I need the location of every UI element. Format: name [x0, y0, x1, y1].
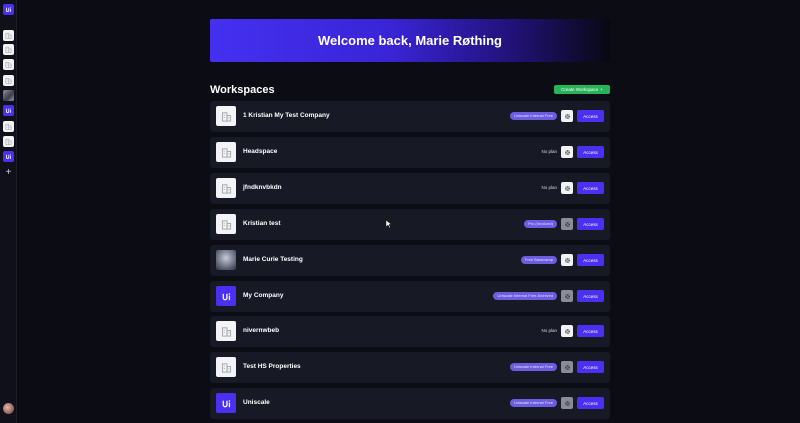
- building-icon: [216, 357, 236, 377]
- create-workspace-label: Create Workspace: [561, 87, 599, 92]
- settings-gear-button[interactable]: [561, 182, 573, 194]
- uniscale-logo-icon: [216, 286, 236, 306]
- workspace-name: Headspace: [243, 148, 278, 155]
- settings-gear-button[interactable]: [561, 361, 573, 373]
- building-icon: [216, 142, 236, 162]
- access-button[interactable]: Access: [577, 397, 604, 409]
- sidebar-item-building-icon[interactable]: [3, 121, 14, 132]
- sidebar-item-uniscale-logo-icon[interactable]: [3, 4, 14, 15]
- create-workspace-button[interactable]: Create Workspace +: [554, 85, 610, 94]
- sidebar-item-building-icon[interactable]: [3, 136, 14, 147]
- workspace-name: nivernwbeb: [243, 327, 280, 334]
- access-button[interactable]: Access: [577, 325, 604, 337]
- sidebar-item-uniscale-logo-icon[interactable]: [3, 105, 14, 116]
- access-button[interactable]: Access: [577, 254, 604, 266]
- access-button[interactable]: Access: [577, 361, 604, 373]
- mouse-cursor-icon: [386, 220, 392, 228]
- add-workspace-icon[interactable]: +: [3, 167, 14, 178]
- welcome-title: Welcome back, Marie Røthing: [318, 33, 502, 48]
- access-button[interactable]: Access: [577, 110, 604, 122]
- settings-gear-button[interactable]: [561, 325, 573, 337]
- access-button[interactable]: Access: [577, 146, 604, 158]
- access-button[interactable]: Access: [577, 218, 604, 230]
- workspace-row: nivernwbeb No plan Access: [210, 316, 610, 347]
- workspaces-heading: Workspaces: [210, 84, 275, 96]
- plan-badge: Pro (Invoiced): [524, 220, 557, 228]
- plan-badge: Uniscale Internal Free: [509, 363, 557, 371]
- user-avatar[interactable]: [3, 403, 14, 414]
- sidebar-item-building-icon[interactable]: [3, 59, 14, 70]
- settings-gear-button[interactable]: [561, 290, 573, 302]
- sidebar-item-building-icon[interactable]: [3, 44, 14, 55]
- plan-label: No plan: [541, 185, 557, 190]
- uniscale-logo-icon: [216, 393, 236, 413]
- access-button[interactable]: Access: [577, 182, 604, 194]
- plan-badge: Uniscale Internal Free: [509, 112, 557, 120]
- workspace-name: Kristian test: [243, 220, 281, 227]
- sidebar: +: [0, 0, 17, 423]
- plan-badge: Uniscale Internal Free: [509, 399, 557, 407]
- building-icon: [216, 106, 236, 126]
- workspace-row: Test HS Properties Uniscale Internal Free…: [210, 352, 610, 383]
- workspace-row: Headspace No plan Access: [210, 137, 610, 168]
- settings-gear-button[interactable]: [561, 397, 573, 409]
- settings-gear-button[interactable]: [561, 218, 573, 230]
- workspace-name: My Company: [243, 292, 284, 299]
- welcome-banner: Welcome back, Marie Røthing: [210, 19, 610, 62]
- workspace-name: Test HS Properties: [243, 363, 301, 370]
- workspace-name: jfndknvbkdn: [243, 184, 282, 191]
- building-icon: [216, 214, 236, 234]
- plan-label: No plan: [541, 328, 557, 333]
- settings-gear-button[interactable]: [561, 254, 573, 266]
- settings-gear-button[interactable]: [561, 146, 573, 158]
- workspace-row: Marie Curie Testing Free Basecamp Access: [210, 245, 610, 276]
- sidebar-item-building-icon[interactable]: [3, 75, 14, 86]
- workspace-row: My Company Uniscale Internal Free Archive…: [210, 281, 610, 312]
- sidebar-item-photo-icon[interactable]: [3, 90, 14, 101]
- sidebar-item-uniscale-logo-icon[interactable]: [3, 151, 14, 162]
- building-icon: [216, 178, 236, 198]
- access-button[interactable]: Access: [577, 290, 604, 302]
- plan-label: No plan: [541, 149, 557, 154]
- workspace-row: 1 Kristian My Test Company Uniscale Inter…: [210, 101, 610, 132]
- settings-gear-button[interactable]: [561, 110, 573, 122]
- workspace-name: Marie Curie Testing: [243, 256, 303, 263]
- plan-badge: Free Basecamp: [520, 256, 557, 264]
- workspace-row: jfndknvbkdn No plan Access: [210, 173, 610, 204]
- workspace-photo: [216, 250, 236, 270]
- building-icon: [216, 321, 236, 341]
- workspace-row: Uniscale Uniscale Internal Free Access: [210, 388, 610, 419]
- workspace-name: Uniscale: [243, 399, 270, 406]
- plus-icon: +: [600, 87, 603, 92]
- sidebar-item-building-icon[interactable]: [3, 30, 14, 41]
- workspace-row: Kristian test Pro (Invoiced) Access: [210, 209, 610, 240]
- workspace-name: 1 Kristian My Test Company: [243, 112, 330, 119]
- plan-badge: Uniscale Internal Free Archived: [493, 292, 557, 300]
